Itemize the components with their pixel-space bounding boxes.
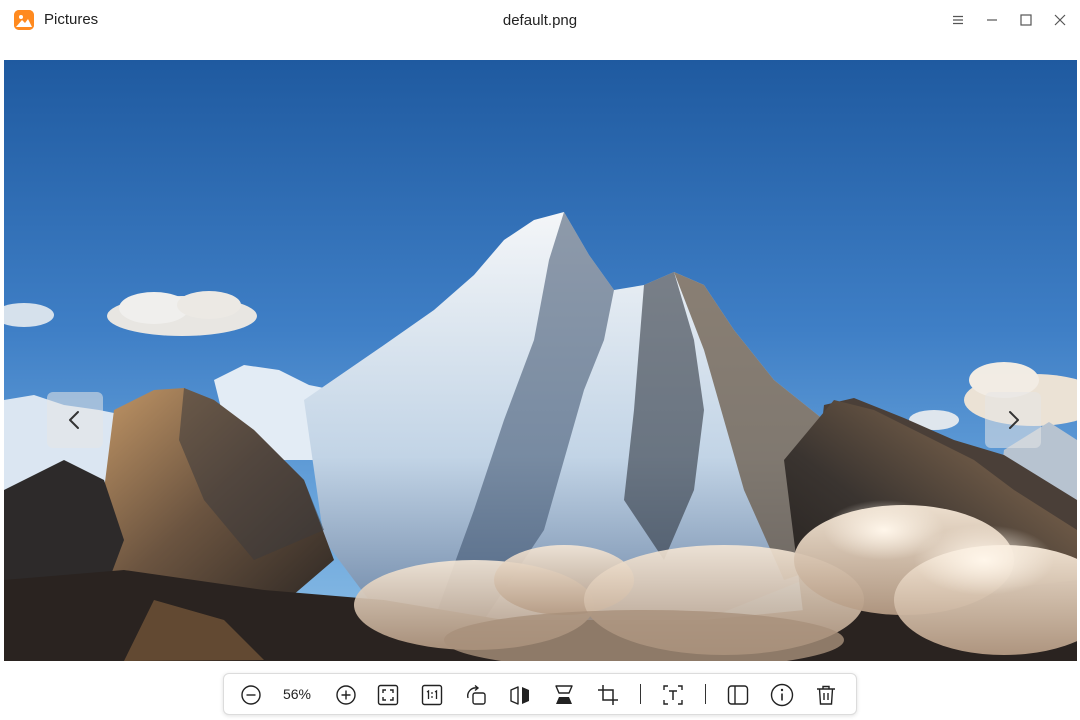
zoom-level: 56%	[282, 686, 312, 702]
maximize-icon[interactable]	[1014, 8, 1038, 32]
delete-icon	[817, 685, 835, 705]
thumbnail-panel-icon	[727, 685, 749, 705]
toolbar-separator	[705, 684, 706, 704]
info-icon	[770, 683, 794, 707]
fit-to-window-icon	[377, 684, 399, 706]
close-icon[interactable]	[1048, 8, 1072, 32]
chevron-right-icon	[1009, 411, 1019, 429]
flip-vertical-icon	[555, 685, 573, 704]
thumbnail-panel-button[interactable]	[725, 682, 751, 708]
flip-vertical-button[interactable]	[551, 682, 577, 708]
zoom-out-button[interactable]	[238, 682, 264, 708]
chevron-left-icon	[69, 411, 79, 429]
zoom-in-icon	[336, 685, 356, 705]
image-toolbar: 56%	[223, 673, 857, 715]
next-image-button[interactable]	[985, 392, 1041, 448]
toolbar-separator	[640, 684, 641, 704]
mountain-photo	[4, 60, 1077, 661]
window-title: default.png	[502, 12, 578, 29]
rotate-icon	[467, 684, 486, 705]
actual-size-button[interactable]	[419, 682, 445, 708]
menu-icon[interactable]	[946, 8, 970, 32]
previous-image-button[interactable]	[47, 392, 103, 448]
zoom-out-icon	[241, 685, 261, 705]
image-viewer[interactable]	[4, 60, 1077, 661]
crop-button[interactable]	[595, 682, 621, 708]
delete-button[interactable]	[813, 682, 839, 708]
minimize-icon[interactable]	[980, 8, 1004, 32]
extract-text-button[interactable]	[660, 682, 686, 708]
fit-to-window-button[interactable]	[375, 682, 401, 708]
title-bar: Pictures default.png	[0, 0, 1080, 40]
flip-horizontal-icon	[510, 686, 529, 705]
zoom-in-button[interactable]	[333, 682, 359, 708]
pictures-window: Pictures default.png 56%	[0, 0, 1080, 720]
extract-text-icon	[663, 685, 683, 705]
actual-size-icon	[421, 684, 443, 706]
flip-horizontal-button[interactable]	[507, 682, 533, 708]
crop-icon	[598, 685, 618, 705]
info-button[interactable]	[769, 682, 795, 708]
rotate-button[interactable]	[463, 682, 489, 708]
